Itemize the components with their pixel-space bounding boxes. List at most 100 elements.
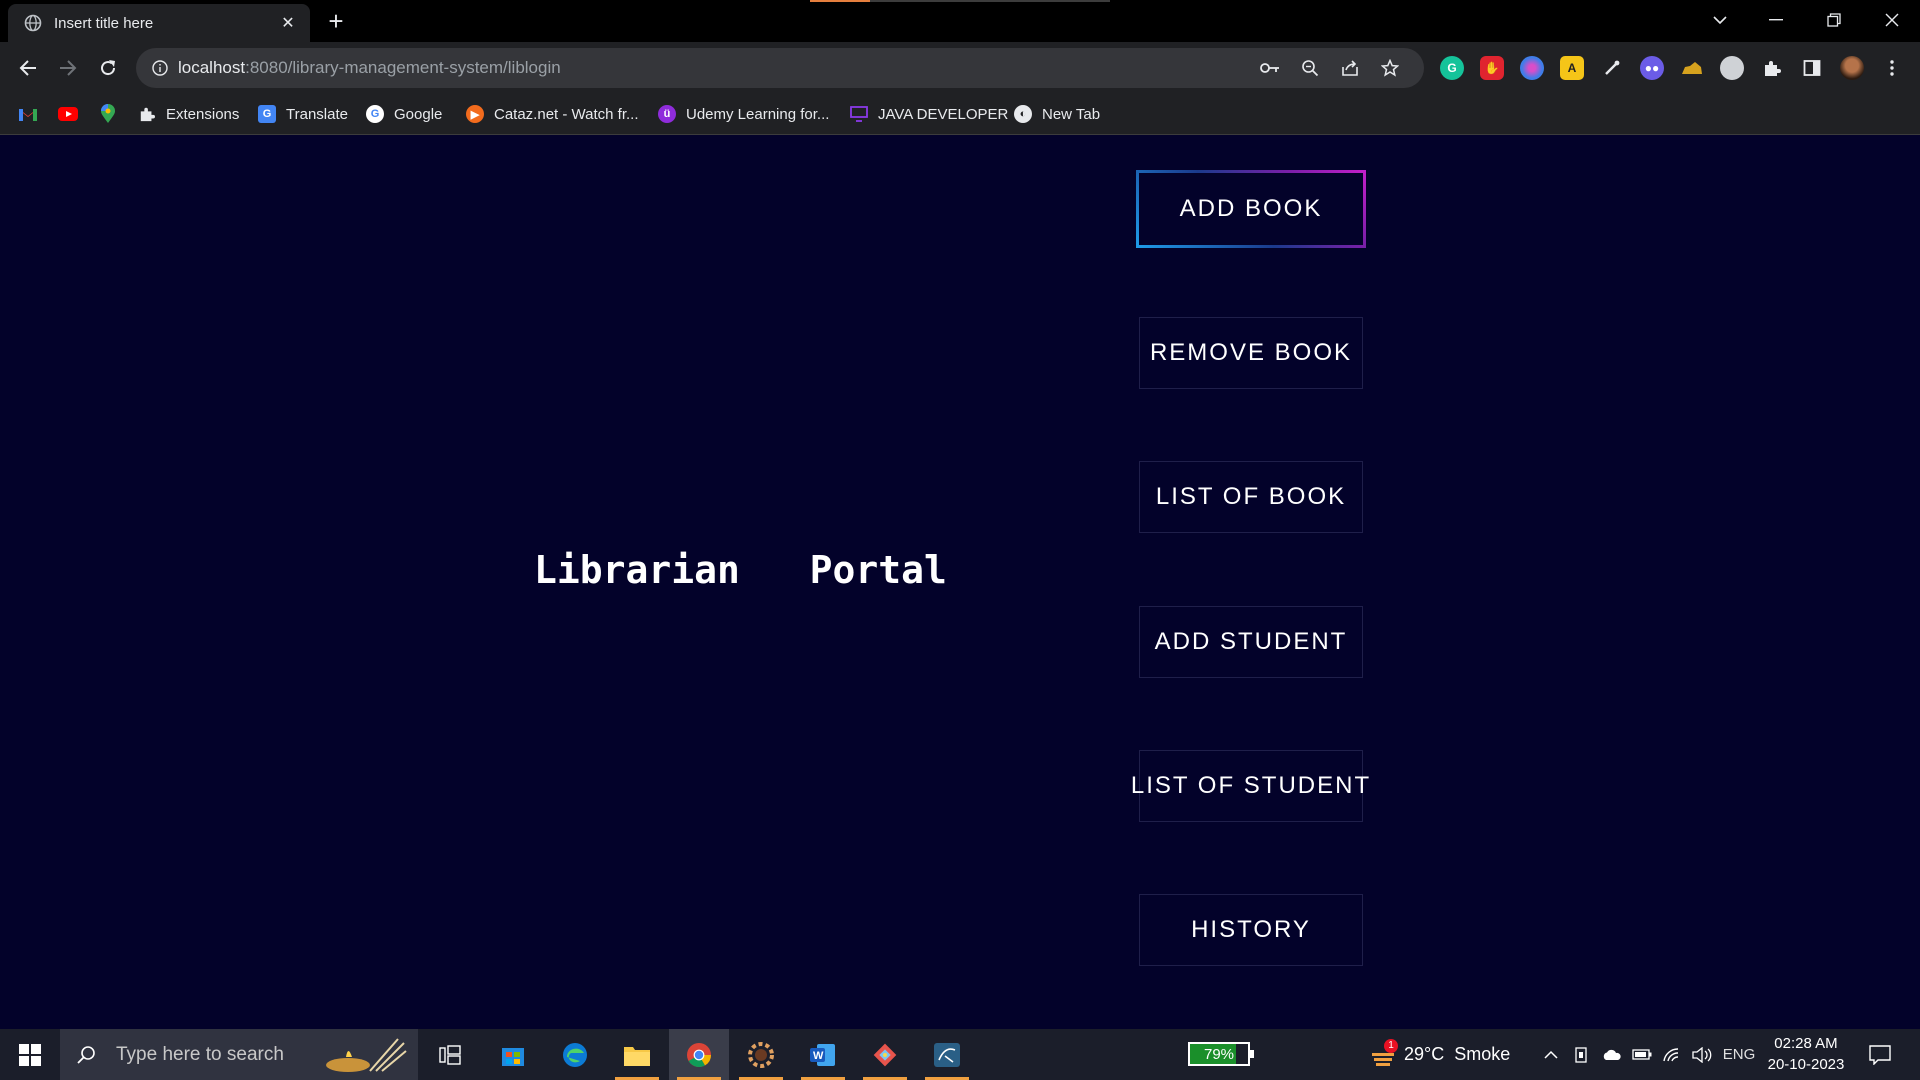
word-icon[interactable]: W — [793, 1029, 853, 1080]
close-window-button[interactable] — [1864, 0, 1920, 40]
bookmark-cataz[interactable]: ▶ Cataz.net - Watch fr... — [466, 102, 639, 126]
git-diamond-icon[interactable] — [855, 1029, 915, 1080]
tab-search-button[interactable] — [1692, 0, 1748, 40]
profile-avatar[interactable] — [1840, 56, 1864, 80]
bookmark-translate[interactable]: G Translate — [258, 102, 348, 126]
url-host: localhost — [178, 58, 246, 77]
bookmark-java-developer[interactable]: JAVA DEVELOPER — [850, 102, 1008, 126]
restore-button[interactable] — [1806, 0, 1862, 40]
menu-kebab-icon[interactable] — [1880, 56, 1904, 80]
settings-gear-icon[interactable] — [731, 1029, 791, 1080]
bookmark-label: JAVA DEVELOPER — [878, 105, 1009, 123]
add-book-button[interactable]: ADD BOOK — [1136, 170, 1366, 248]
udemy-icon: ü — [658, 105, 676, 123]
adblock-extension-icon[interactable]: ✋ — [1480, 56, 1504, 80]
puzzle-icon — [138, 105, 156, 123]
google-icon: G — [366, 105, 384, 123]
back-button[interactable] — [14, 54, 42, 82]
show-hidden-icons-chevron-icon[interactable] — [1540, 1029, 1562, 1080]
reload-button[interactable] — [94, 54, 122, 82]
clock-date: 20-10-2023 — [1767, 1056, 1845, 1073]
translate-icon: G — [258, 105, 276, 123]
battery-indicator[interactable]: 79% — [1188, 1042, 1254, 1066]
edge-icon[interactable] — [545, 1029, 605, 1080]
weather-temp: 29°C — [1404, 1044, 1445, 1064]
page-content: Librarian Portal ADD BOOK REMOVE BOOK LI… — [0, 135, 1920, 1029]
minimize-button[interactable] — [1748, 0, 1804, 40]
cat-extension-icon[interactable] — [1680, 56, 1704, 80]
eyedropper-extension-icon[interactable] — [1600, 56, 1624, 80]
loading-indicator — [810, 0, 1110, 2]
windows-taskbar: Type here to search W 79% 1 29°C Smoke E… — [0, 1029, 1920, 1080]
chrome-icon[interactable] — [669, 1029, 729, 1080]
volume-icon[interactable] — [1690, 1029, 1714, 1080]
bookmark-new-tab[interactable]: ◐ New Tab — [1014, 102, 1100, 126]
history-button[interactable]: HISTORY — [1139, 894, 1363, 966]
play-icon: ▶ — [466, 105, 484, 123]
key-icon[interactable] — [1260, 58, 1280, 78]
color-extension-icon[interactable] — [1520, 56, 1544, 80]
battery-percent: 79% — [1203, 1045, 1235, 1063]
url-path: :8080/library-management-system/liblogin — [245, 58, 561, 77]
share-icon[interactable] — [1340, 58, 1360, 78]
new-tab-button[interactable]: + — [322, 8, 350, 36]
clock-time: 02:28 AM — [1774, 1035, 1838, 1052]
grammarly-extension-icon[interactable]: G — [1440, 56, 1464, 80]
bookmark-extensions[interactable]: Extensions — [138, 102, 239, 126]
start-button[interactable] — [0, 1029, 60, 1080]
list-of-book-button[interactable]: LIST OF BOOK — [1139, 461, 1363, 533]
taskbar-search-box[interactable]: Type here to search — [60, 1029, 418, 1080]
puzzle-extensions-icon[interactable] — [1760, 56, 1784, 80]
bookmarks-bar: Extensions G Translate G Google ▶ Cataz.… — [0, 94, 1920, 135]
bookmark-star-icon[interactable] — [1380, 58, 1400, 78]
meet-now-icon[interactable] — [1570, 1029, 1594, 1080]
microsoft-store-icon[interactable] — [483, 1029, 543, 1080]
gmail-icon[interactable] — [18, 104, 38, 124]
browser-toolbar: localhost:8080/library-management-system… — [0, 42, 1920, 94]
tray-battery-icon[interactable] — [1630, 1029, 1654, 1080]
a-extension-icon[interactable]: A — [1560, 56, 1584, 80]
bookmark-label: Extensions — [166, 105, 240, 123]
browser-tab-strip: Insert title here ✕ + — [0, 0, 1920, 42]
tab-close-icon[interactable]: ✕ — [276, 11, 300, 35]
weather-alert-badge: 1 — [1384, 1038, 1398, 1053]
weather-widget[interactable]: 1 29°C Smoke — [1370, 1029, 1510, 1080]
weather-icon: 1 — [1370, 1038, 1398, 1067]
page-title: Librarian Portal — [534, 548, 947, 592]
input-language[interactable]: ENG — [1720, 1029, 1758, 1080]
notification-center-icon[interactable] — [1862, 1029, 1898, 1080]
mysql-workbench-icon[interactable] — [917, 1029, 977, 1080]
circle-extension-icon[interactable] — [1720, 56, 1744, 80]
maps-icon[interactable] — [98, 104, 118, 124]
site-info-icon[interactable] — [150, 58, 170, 78]
bookmark-label: Google — [394, 105, 443, 123]
list-of-student-button[interactable]: LIST OF STUDENT — [1131, 750, 1369, 822]
onedrive-cloud-icon[interactable] — [1600, 1029, 1624, 1080]
svg-text:W: W — [813, 1050, 824, 1062]
search-icon — [76, 1045, 96, 1065]
address-bar[interactable]: localhost:8080/library-management-system… — [136, 48, 1424, 88]
tab-title: Insert title here — [54, 14, 154, 32]
robot-extension-icon[interactable]: ●● — [1640, 56, 1664, 80]
zoom-icon[interactable] — [1300, 58, 1320, 78]
globe-icon — [24, 14, 42, 32]
search-placeholder: Type here to search — [116, 1043, 284, 1065]
bookmark-label: Translate — [286, 105, 348, 123]
remove-book-button[interactable]: REMOVE BOOK — [1139, 317, 1363, 389]
side-panel-icon[interactable] — [1800, 56, 1824, 80]
file-explorer-icon[interactable] — [607, 1029, 667, 1080]
system-clock[interactable]: 02:28 AM 20-10-2023 — [1762, 1033, 1850, 1075]
bookmark-udemy[interactable]: ü Udemy Learning for... — [658, 102, 829, 126]
bookmark-label: Udemy Learning for... — [686, 105, 830, 123]
wifi-icon[interactable] — [1660, 1029, 1684, 1080]
bookmark-google[interactable]: G Google — [366, 102, 442, 126]
forward-button[interactable] — [54, 54, 82, 82]
add-student-button[interactable]: ADD STUDENT — [1139, 606, 1363, 678]
task-view-icon[interactable] — [420, 1029, 480, 1080]
diya-search-highlight-icon — [320, 1035, 410, 1075]
url-text: localhost:8080/library-management-system… — [178, 58, 561, 78]
weather-condition: Smoke — [1454, 1044, 1511, 1064]
youtube-icon[interactable] — [58, 104, 78, 124]
browser-tab[interactable]: Insert title here ✕ — [8, 4, 310, 42]
bookmark-label: New Tab — [1042, 105, 1101, 123]
